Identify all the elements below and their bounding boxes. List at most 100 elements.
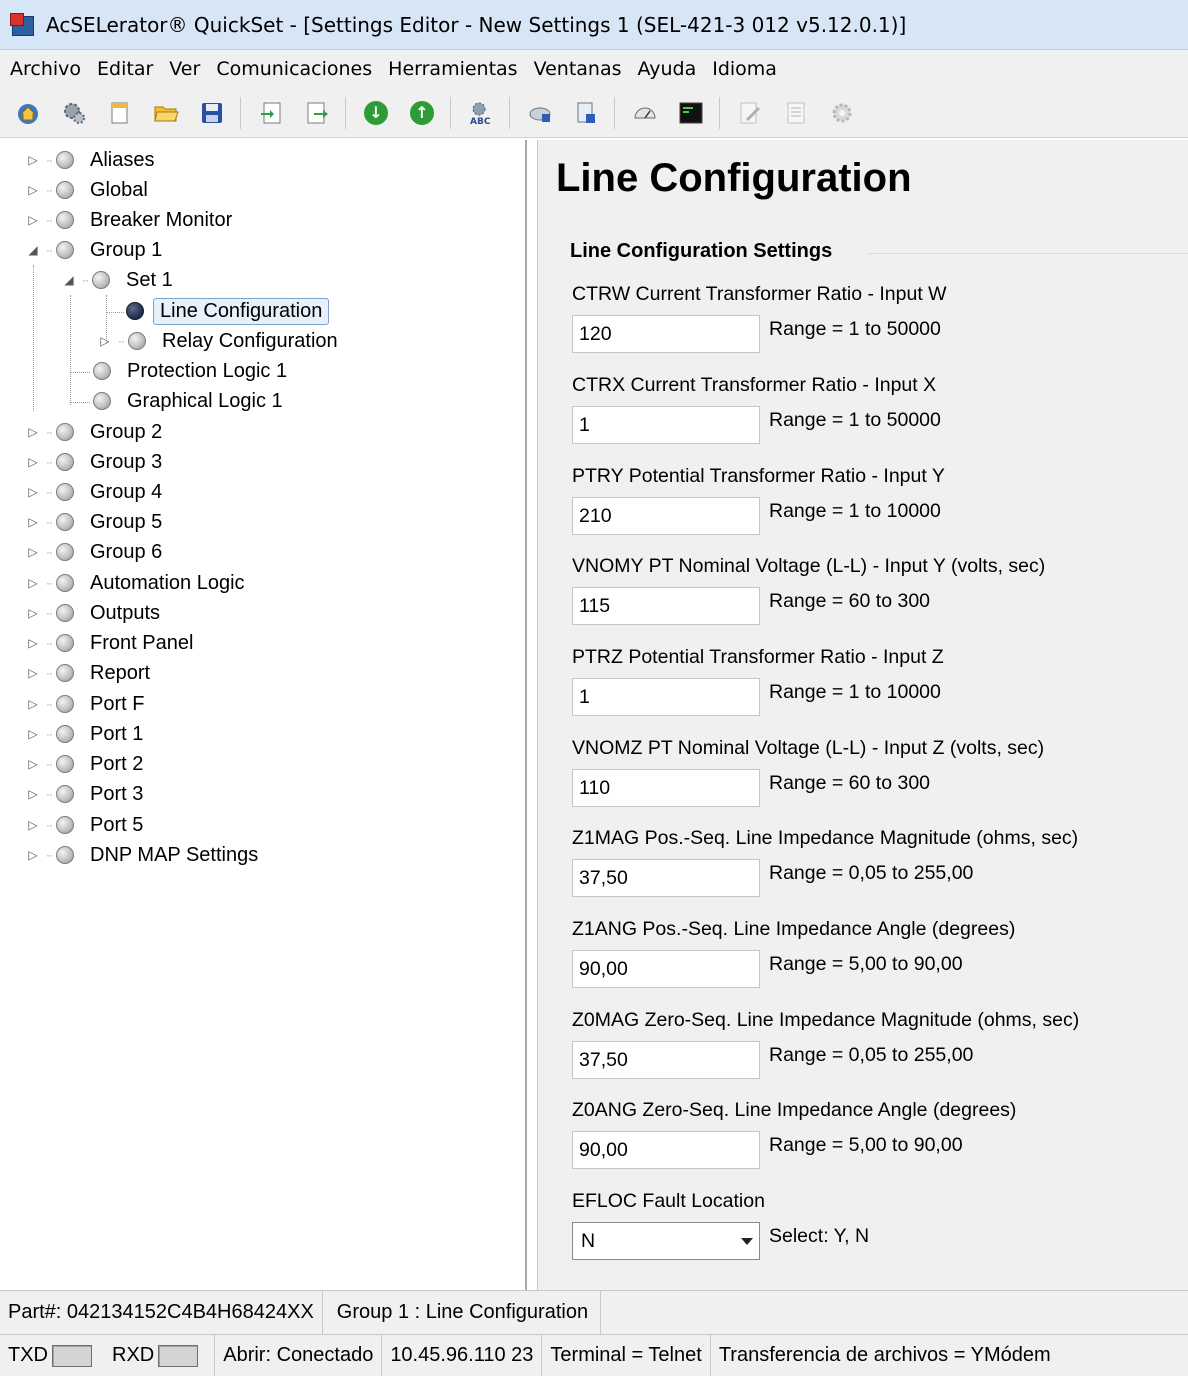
rxd-indicator [158, 1344, 199, 1367]
ptrz-input[interactable]: 1 [572, 678, 760, 716]
file-transfer-protocol: Transferencia de archivos = YMódem [718, 1344, 1051, 1366]
gear-icon[interactable] [60, 99, 88, 127]
save-icon[interactable] [198, 99, 226, 127]
upload-icon[interactable]: ↑ [408, 99, 436, 127]
tree-item-port-2[interactable]: ▷ ·· Port 2 [26, 749, 143, 779]
expand-icon[interactable]: ▷ [26, 515, 40, 529]
expand-icon[interactable]: ▷ [26, 183, 40, 197]
collapse-icon[interactable]: ◢ [26, 243, 40, 257]
expand-icon[interactable]: ▷ [26, 757, 40, 771]
ctrx-input[interactable]: 1 [572, 406, 760, 444]
tree-item-set-1[interactable]: ◢ ·· Set 1 [62, 265, 172, 295]
ptry-input[interactable]: 210 [572, 497, 760, 535]
tree-item-global[interactable]: ▷ ·· Global [26, 175, 147, 205]
node-icon [56, 453, 74, 471]
document-icon[interactable] [572, 99, 600, 127]
tree-connector [70, 372, 90, 373]
expand-icon[interactable]: ▷ [26, 213, 40, 227]
terminal-type: Terminal = Telnet [542, 1335, 711, 1376]
tree-item-port-f[interactable]: ▷ ·· Port F [26, 689, 144, 719]
node-icon [56, 513, 74, 531]
export-icon[interactable] [303, 99, 331, 127]
tree-item-port-5[interactable]: ▷ ·· Port 5 [26, 810, 143, 840]
tree-item-front-panel[interactable]: ▷ ·· Front Panel [26, 628, 193, 658]
node-icon [92, 271, 110, 289]
download-icon[interactable]: ↓ [362, 99, 390, 127]
settings-editor-panel: Line Configuration Line Configuration Se… [537, 140, 1188, 1290]
tree-item-dnp-map-settings[interactable]: ▷ ·· DNP MAP Settings [26, 840, 258, 870]
tree-item-relay-configuration[interactable]: ▷ ·· Relay Configuration [98, 326, 337, 356]
tree-item-group-6[interactable]: ▷ ·· Group 6 [26, 537, 162, 567]
expand-icon[interactable]: ▷ [26, 606, 40, 620]
expand-icon[interactable]: ▷ [26, 727, 40, 741]
open-folder-icon[interactable] [152, 99, 180, 127]
menu-herramientas[interactable]: Herramientas [388, 58, 517, 80]
expand-icon[interactable]: ▷ [26, 576, 40, 590]
setting-vnomz: VNOMZ PT Nominal Voltage (L-L) - Input Z… [572, 737, 1182, 807]
setting-label: Z1MAG Pos.-Seq. Line Impedance Magnitude… [572, 827, 1079, 849]
meter-icon[interactable] [631, 99, 659, 127]
tree-item-aliases[interactable]: ▷ ·· Aliases [26, 145, 154, 175]
expand-icon[interactable]: ▷ [26, 787, 40, 801]
tree-item-group-4[interactable]: ▷ ·· Group 4 [26, 477, 162, 507]
device-icon[interactable] [526, 99, 554, 127]
expand-icon[interactable]: ▷ [26, 485, 40, 499]
tree-item-group-1[interactable]: ◢ ·· Group 1 [26, 235, 162, 265]
tree-item-port-3[interactable]: ▷ ·· Port 3 [26, 779, 143, 809]
node-icon [93, 362, 111, 380]
tree-item-outputs[interactable]: ▷ ·· Outputs [26, 598, 160, 628]
expand-icon[interactable]: ▷ [26, 697, 40, 711]
expand-icon[interactable]: ▷ [26, 666, 40, 680]
edit-icon[interactable] [736, 99, 764, 127]
tree-item-group-5[interactable]: ▷ ·· Group 5 [26, 507, 162, 537]
tree-item-group-2[interactable]: ▷ ·· Group 2 [26, 417, 162, 447]
expand-icon[interactable]: ▷ [98, 334, 112, 348]
list-icon[interactable] [782, 99, 810, 127]
ctrw-input[interactable]: 120 [572, 315, 760, 353]
settings-icon[interactable] [828, 99, 856, 127]
tree-item-breaker-monitor[interactable]: ▷ ·· Breaker Monitor [26, 205, 232, 235]
setting-efloc: EFLOC Fault Location N Select: Y, N [572, 1190, 1182, 1260]
vnomz-input[interactable]: 110 [572, 769, 760, 807]
tree-item-group-3[interactable]: ▷ ·· Group 3 [26, 447, 162, 477]
tree-item-graphical-logic-1[interactable]: Graphical Logic 1 [93, 386, 283, 416]
setting-label: VNOMY PT Nominal Voltage (L-L) - Input Y… [572, 555, 1046, 577]
menu-idioma[interactable]: Idioma [712, 58, 777, 80]
vnomy-input[interactable]: 115 [572, 587, 760, 625]
expand-icon[interactable]: ▷ [26, 848, 40, 862]
import-icon[interactable] [257, 99, 285, 127]
menu-ayuda[interactable]: Ayuda [638, 58, 697, 80]
node-icon [126, 302, 144, 320]
expand-icon[interactable]: ▷ [26, 455, 40, 469]
collapse-icon[interactable]: ◢ [62, 273, 76, 287]
new-file-icon[interactable] [106, 99, 134, 127]
menu-archivo[interactable]: Archivo [10, 58, 81, 80]
tree-connector [70, 402, 90, 403]
efloc-select[interactable]: N [572, 1222, 760, 1260]
expand-icon[interactable]: ▷ [26, 818, 40, 832]
toolbar-separator [614, 96, 615, 129]
terminal-icon[interactable] [677, 99, 705, 127]
menu-comunicaciones[interactable]: Comunicaciones [216, 58, 372, 80]
z1mag-input[interactable]: 37,50 [572, 859, 760, 897]
chevron-down-icon[interactable] [741, 1237, 753, 1245]
menu-ver[interactable]: Ver [169, 58, 200, 80]
tree-item-line-configuration[interactable]: Line Configuration [126, 296, 330, 326]
menu-ventanas[interactable]: Ventanas [534, 58, 622, 80]
home-icon[interactable] [14, 99, 42, 127]
tree-item-automation-logic[interactable]: ▷ ·· Automation Logic [26, 568, 244, 598]
setting-range: Range = 60 to 300 [769, 771, 931, 794]
expand-icon[interactable]: ▷ [26, 545, 40, 559]
tree-item-report[interactable]: ▷ ·· Report [26, 658, 150, 688]
z0ang-input[interactable]: 90,00 [572, 1131, 760, 1169]
tree-item-protection-logic-1[interactable]: Protection Logic 1 [93, 356, 287, 386]
menu-editar[interactable]: Editar [97, 58, 153, 80]
expand-icon[interactable]: ▷ [26, 153, 40, 167]
abc-icon[interactable]: ABC [467, 99, 495, 127]
tree-item-port-1[interactable]: ▷ ·· Port 1 [26, 719, 143, 749]
z1ang-input[interactable]: 90,00 [572, 950, 760, 988]
svg-text:ABC: ABC [470, 117, 491, 126]
expand-icon[interactable]: ▷ [26, 425, 40, 439]
expand-icon[interactable]: ▷ [26, 636, 40, 650]
z0mag-input[interactable]: 37,50 [572, 1041, 760, 1079]
